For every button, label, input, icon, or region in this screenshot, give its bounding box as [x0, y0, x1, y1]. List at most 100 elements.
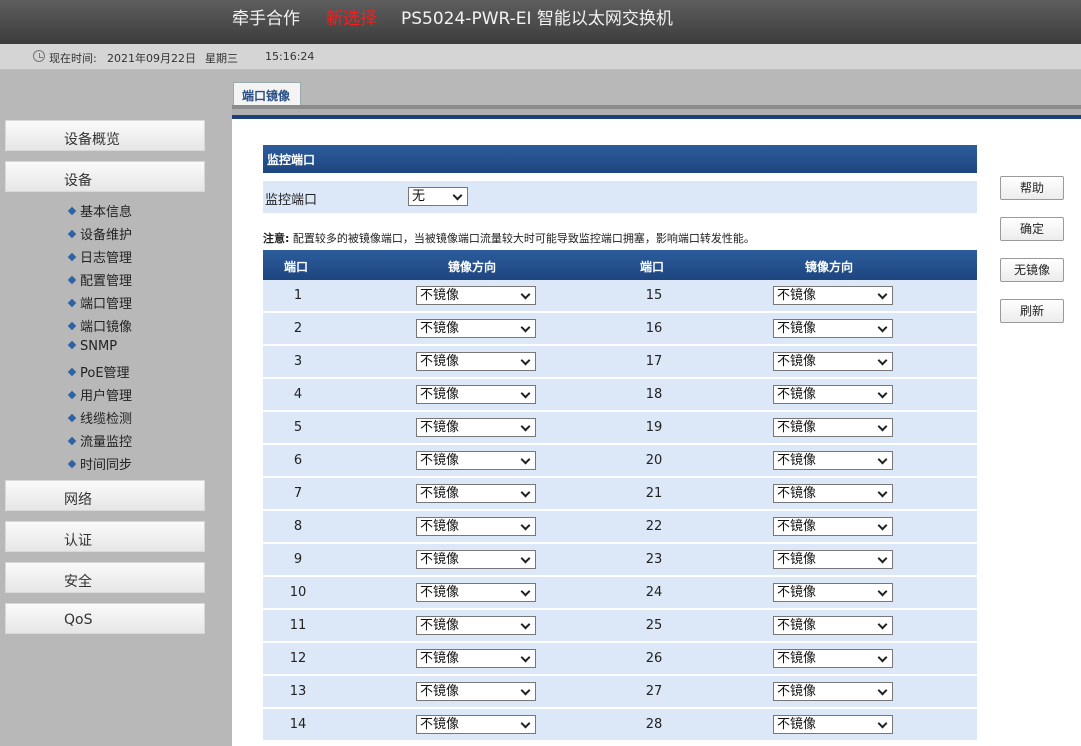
sidebar-item-qos[interactable]: QoS — [5, 603, 205, 634]
mirror-direction-select[interactable]: 不镜像 — [416, 583, 536, 602]
diamond-bullet-icon — [67, 413, 77, 423]
note-prefix: 注意: — [263, 232, 290, 245]
sidebar-subitem-user-mgmt[interactable]: 用户管理 — [67, 385, 132, 404]
col-header-port: 端口 — [640, 260, 665, 274]
mirror-direction-select[interactable]: 不镜像 — [416, 484, 536, 503]
mirror-direction-select[interactable]: 不镜像 — [416, 385, 536, 404]
sidebar-subitem-traffic[interactable]: 流量监控 — [67, 431, 132, 450]
ok-button[interactable]: 确定 — [1000, 217, 1064, 241]
table-row: 7 不镜像 21 不镜像 — [263, 478, 977, 509]
mirror-direction-select[interactable]: 不镜像 — [773, 649, 893, 668]
port-number: 6 — [293, 453, 303, 468]
port-number: 13 — [289, 684, 307, 699]
diamond-bullet-icon — [67, 367, 77, 377]
mirror-direction-select[interactable]: 不镜像 — [416, 616, 536, 635]
brand-slogan: 牵手合作 — [232, 9, 300, 29]
sidebar-subitem-basic-info[interactable]: 基本信息 — [67, 201, 132, 220]
table-row: 10 不镜像 24 不镜像 — [263, 577, 977, 608]
mirror-direction-select[interactable]: 不镜像 — [773, 550, 893, 569]
note-text: 注意: 配置较多的被镜像端口，当被镜像端口流量较大时可能导致监控端口拥塞，影响端… — [263, 230, 755, 246]
table-row: 9 不镜像 23 不镜像 — [263, 544, 977, 575]
sidebar-subitem-log[interactable]: 日志管理 — [67, 247, 132, 266]
mirror-direction-select[interactable]: 不镜像 — [773, 352, 893, 371]
mirror-direction-select[interactable]: 不镜像 — [773, 682, 893, 701]
mirror-direction-select[interactable]: 不镜像 — [773, 385, 893, 404]
monitor-port-select[interactable]: 无 — [408, 187, 468, 206]
sidebar-subitem-port-mgmt[interactable]: 端口管理 — [67, 293, 132, 312]
current-weekday: 星期三 — [205, 52, 238, 65]
monitor-port-label: 监控端口 — [265, 193, 318, 208]
sidebar-subitem-snmp[interactable]: SNMP — [67, 339, 117, 354]
sidebar-subitem-cable-test[interactable]: 线缆检测 — [67, 408, 132, 427]
table-row: 13 不镜像 27 不镜像 — [263, 676, 977, 707]
sidebar-subitem-time-sync[interactable]: 时间同步 — [67, 454, 132, 473]
table-row: 4 不镜像 18 不镜像 — [263, 379, 977, 410]
mirror-direction-select[interactable]: 不镜像 — [773, 451, 893, 470]
mirror-direction-select[interactable]: 不镜像 — [773, 517, 893, 536]
diamond-bullet-icon — [67, 298, 77, 308]
port-number: 17 — [645, 354, 663, 369]
mirror-direction-select[interactable]: 不镜像 — [416, 352, 536, 371]
table-row: 8 不镜像 22 不镜像 — [263, 511, 977, 542]
port-number: 15 — [645, 288, 663, 303]
sidebar-item-overview[interactable]: 设备概览 — [5, 120, 205, 151]
diamond-bullet-icon — [67, 275, 77, 285]
port-number: 27 — [645, 684, 663, 699]
time-label: 现在时间: — [49, 52, 97, 65]
no-mirror-button[interactable]: 无镜像 — [1000, 258, 1064, 282]
port-number: 28 — [645, 717, 663, 732]
diamond-bullet-icon — [67, 390, 77, 400]
diamond-bullet-icon — [67, 459, 77, 469]
mirror-direction-select[interactable]: 不镜像 — [416, 451, 536, 470]
diamond-bullet-icon — [67, 229, 77, 239]
sidebar-item-security[interactable]: 安全 — [5, 562, 205, 593]
mirror-direction-select[interactable]: 不镜像 — [773, 715, 893, 734]
section-title: 监控端口 — [263, 145, 977, 173]
port-number: 2 — [293, 321, 303, 336]
mirror-direction-select[interactable]: 不镜像 — [416, 649, 536, 668]
mirror-direction-select[interactable]: 不镜像 — [773, 286, 893, 305]
port-number: 4 — [293, 387, 303, 402]
port-number: 23 — [645, 552, 663, 567]
device-model-title: PS5024-PWR-EI 智能以太网交换机 — [401, 9, 673, 29]
sidebar-item-auth[interactable]: 认证 — [5, 521, 205, 552]
mirror-direction-select[interactable]: 不镜像 — [773, 616, 893, 635]
port-number: 19 — [645, 420, 663, 435]
mirror-direction-select[interactable]: 不镜像 — [416, 550, 536, 569]
port-number: 8 — [293, 519, 303, 534]
port-number: 3 — [293, 354, 303, 369]
sidebar: 设备概览 设备 基本信息 设备维护 日志管理 配置管理 端口管理 端口镜像 SN… — [0, 70, 232, 746]
sidebar-item-network[interactable]: 网络 — [5, 480, 205, 511]
port-number: 18 — [645, 387, 663, 402]
col-header-direction: 镜像方向 — [448, 260, 497, 274]
tab-port-mirror[interactable]: 端口镜像 — [233, 82, 301, 105]
mirror-direction-select[interactable]: 不镜像 — [416, 682, 536, 701]
table-row: 11 不镜像 25 不镜像 — [263, 610, 977, 641]
mirror-direction-select[interactable]: 不镜像 — [416, 715, 536, 734]
table-row: 2 不镜像 16 不镜像 — [263, 313, 977, 344]
mirror-direction-select[interactable]: 不镜像 — [773, 418, 893, 437]
diamond-bullet-icon — [67, 340, 77, 350]
mirror-direction-select[interactable]: 不镜像 — [416, 319, 536, 338]
mirror-direction-select[interactable]: 不镜像 — [416, 286, 536, 305]
table-row: 6 不镜像 20 不镜像 — [263, 445, 977, 476]
mirror-direction-select[interactable]: 不镜像 — [773, 484, 893, 503]
refresh-button[interactable]: 刷新 — [1000, 299, 1064, 323]
mirror-direction-select[interactable]: 不镜像 — [773, 319, 893, 338]
table-header: 端口 镜像方向 端口 镜像方向 — [263, 250, 977, 280]
help-button[interactable]: 帮助 — [1000, 176, 1064, 200]
sidebar-item-device[interactable]: 设备 — [5, 161, 205, 192]
table-row: 5 不镜像 19 不镜像 — [263, 412, 977, 443]
sidebar-subitem-port-mirror[interactable]: 端口镜像 — [67, 316, 132, 335]
sidebar-subitem-poe[interactable]: PoE管理 — [67, 362, 130, 381]
mirror-direction-select[interactable]: 不镜像 — [416, 418, 536, 437]
sidebar-subitem-config[interactable]: 配置管理 — [67, 270, 132, 289]
col-header-direction: 镜像方向 — [805, 260, 854, 274]
current-date: 2021年09月22日 — [107, 52, 196, 65]
sidebar-subitem-maintenance[interactable]: 设备维护 — [67, 224, 132, 243]
table-row: 12 不镜像 26 不镜像 — [263, 643, 977, 674]
port-number: 24 — [645, 585, 663, 600]
mirror-direction-select[interactable]: 不镜像 — [416, 517, 536, 536]
mirror-direction-select[interactable]: 不镜像 — [773, 583, 893, 602]
port-number: 20 — [645, 453, 663, 468]
